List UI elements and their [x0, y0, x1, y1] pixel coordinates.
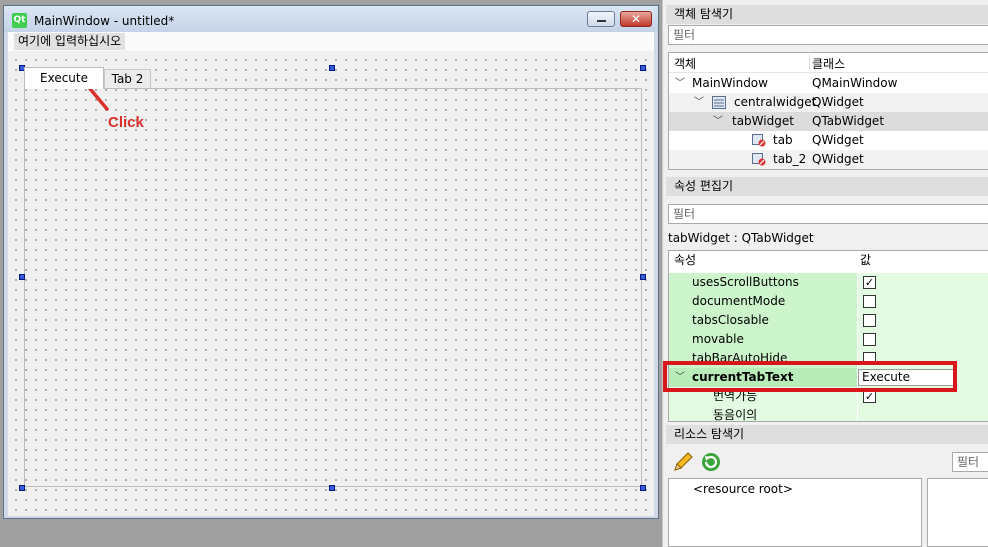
resource-toolbar: 필터 — [668, 451, 988, 475]
column-object[interactable]: 객체 — [674, 55, 696, 72]
annotation-click-label: Click — [108, 114, 144, 131]
object-class: QWidget — [812, 95, 864, 109]
reload-icon[interactable] — [700, 451, 722, 473]
property-name: documentMode — [692, 294, 786, 308]
property-checkbox[interactable] — [863, 314, 876, 327]
object-class: QMainWindow — [812, 76, 898, 90]
property-table[interactable]: 속성 값 usesScrollButtons ✓ documentMode ta… — [668, 250, 988, 422]
property-name: usesScrollButtons — [692, 275, 799, 289]
layout-icon — [712, 96, 726, 109]
property-name: 동음이의 — [713, 408, 758, 422]
column-property[interactable]: 속성 — [674, 251, 696, 270]
object-class: QWidget — [812, 152, 864, 166]
property-filter-input[interactable]: 필터 — [668, 204, 988, 224]
property-row[interactable]: usesScrollButtons ✓ — [669, 273, 988, 292]
chevron-down-icon[interactable]: ﹀ — [675, 74, 685, 93]
column-divider[interactable] — [809, 55, 810, 71]
object-class: QWidget — [812, 133, 864, 147]
property-row[interactable]: movable — [669, 330, 988, 349]
tree-row-tabwidget[interactable]: ﹀ tabWidget QTabWidget — [669, 112, 988, 131]
property-row[interactable]: tabsClosable — [669, 311, 988, 330]
property-row[interactable]: 동음이의 — [669, 406, 988, 422]
pencil-icon[interactable] — [672, 451, 694, 473]
property-editor-title: 속성 편집기 — [666, 177, 988, 196]
object-name: MainWindow — [692, 76, 768, 90]
column-class[interactable]: 클래스 — [812, 55, 845, 72]
no-layout-widget-icon — [752, 153, 766, 166]
property-checkbox[interactable] — [863, 295, 876, 308]
object-filter-input[interactable]: 필터 — [668, 25, 988, 45]
dock-panels: 객체 탐색기 필터 객체 클래스 ﹀ MainWindow QMainWindo… — [662, 0, 988, 547]
object-name: tab_2 — [773, 152, 807, 166]
property-checkbox[interactable]: ✓ — [863, 276, 876, 289]
column-value[interactable]: 값 — [860, 251, 871, 270]
object-name: tab — [773, 133, 793, 147]
no-layout-widget-icon — [752, 134, 766, 147]
property-checkbox[interactable] — [863, 333, 876, 346]
form-designer-area: Qt MainWindow - untitled* ✕ 여기에 입력하십시오 E… — [0, 0, 662, 547]
property-name: tabsClosable — [692, 313, 769, 327]
tree-row-tab[interactable]: tab QWidget — [669, 131, 988, 150]
tree-row-mainwindow[interactable]: ﹀ MainWindow QMainWindow — [669, 74, 988, 93]
object-tree-header: 객체 클래스 — [669, 53, 988, 73]
tree-row-centralwidget[interactable]: ﹀ centralwidget QWidget — [669, 93, 988, 112]
highlight-box — [663, 361, 957, 392]
resource-browser-title: 리소스 탐색기 — [666, 425, 988, 444]
object-tree[interactable]: 객체 클래스 ﹀ MainWindow QMainWindow ﹀ centra… — [668, 52, 988, 170]
property-context-label: tabWidget : QTabWidget — [668, 231, 814, 245]
property-name: movable — [692, 332, 744, 346]
object-class: QTabWidget — [812, 114, 885, 128]
object-name: tabWidget — [732, 114, 794, 128]
tree-row-tab2[interactable]: tab_2 QWidget — [669, 150, 988, 169]
resource-root-label[interactable]: <resource root> — [693, 482, 793, 496]
chevron-down-icon[interactable]: ﹀ — [713, 112, 723, 131]
resource-list[interactable] — [927, 478, 988, 547]
tab-execute[interactable]: Execute — [24, 67, 104, 89]
property-row[interactable]: documentMode — [669, 292, 988, 311]
resource-filter-input[interactable]: 필터 — [952, 452, 988, 472]
resource-tree[interactable]: <resource root> — [668, 478, 922, 547]
object-inspector-title: 객체 탐색기 — [666, 5, 988, 24]
property-table-header: 속성 값 — [669, 251, 988, 270]
object-name: centralwidget — [734, 95, 817, 109]
chevron-down-icon[interactable]: ﹀ — [694, 93, 704, 112]
